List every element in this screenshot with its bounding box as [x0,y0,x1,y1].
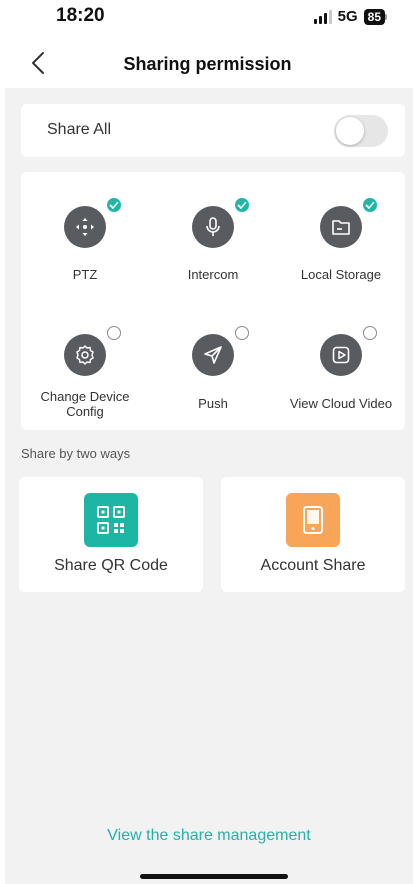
permission-change-device-config[interactable]: Change Device Config [21,300,149,420]
send-icon [192,334,234,376]
microphone-icon [192,206,234,248]
check-icon [107,198,121,212]
content-area: Share All PTZ Intercom Local Storage Cha… [5,88,413,884]
check-icon [363,326,377,340]
tablet-icon [286,493,340,547]
page-title: Sharing permission [123,54,292,74]
share-qr-code-button[interactable]: Share QR Code [19,477,203,592]
permission-label: PTZ [72,267,98,282]
qr-code-icon [84,493,138,547]
home-indicator [140,874,288,879]
status-indicators: 5G 85 [313,8,387,25]
permission-label: View Cloud Video [289,396,393,411]
play-icon [320,334,362,376]
account-share-label: Account Share [260,557,366,574]
status-time: 18:20 [56,5,105,26]
folder-icon [320,206,362,248]
gear-icon [64,334,106,376]
view-share-management-link[interactable]: View the share management [5,827,413,845]
toggle-knob [336,117,364,145]
nav-bar: Sharing permission [0,36,415,88]
account-share-button[interactable]: Account Share [221,477,405,592]
share-all-row: Share All [21,104,405,157]
share-qr-code-label: Share QR Code [54,557,168,574]
permission-push[interactable]: Push [149,300,277,420]
check-icon [363,198,377,212]
ptz-icon [64,206,106,248]
share-all-toggle[interactable] [334,115,388,147]
network-type: 5G [337,8,358,25]
permission-label: Push [198,396,228,411]
permission-label: Intercom [187,267,239,282]
permission-label: Change Device Config [40,389,130,419]
check-icon [107,326,121,340]
check-icon [235,326,249,340]
permission-local-storage[interactable]: Local Storage [277,172,405,292]
battery-icon: 85 [363,8,387,25]
signal-icon [313,9,332,24]
check-icon [235,198,249,212]
permission-ptz[interactable]: PTZ [21,172,149,292]
share-all-label: Share All [47,121,112,138]
battery-level: 85 [363,8,385,25]
permission-intercom[interactable]: Intercom [149,172,277,292]
status-bar: 18:20 5G 85 [0,0,415,36]
permission-label: Local Storage [300,267,382,282]
share-ways-heading: Share by two ways [21,446,131,461]
permission-view-cloud-video[interactable]: View Cloud Video [277,300,405,420]
permissions-grid: PTZ Intercom Local Storage Change Device… [21,172,405,430]
